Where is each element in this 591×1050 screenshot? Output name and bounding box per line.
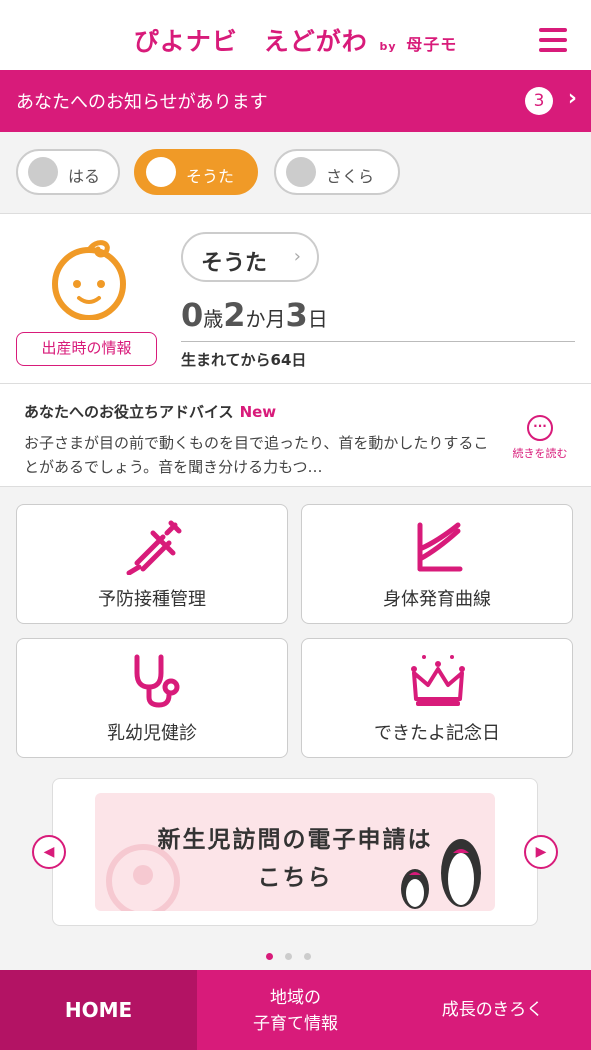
notification-bar[interactable]: あなたへのお知らせがあります 3 › (0, 70, 591, 132)
carousel-dots (266, 945, 323, 964)
child-name: そうた (201, 251, 268, 276)
baby-avatar-icon (286, 157, 316, 187)
age-days: 3 (285, 296, 308, 334)
child-tab-sakura[interactable]: さくら (274, 149, 400, 195)
age-years-unit: 歳 (203, 307, 224, 331)
milestones-button[interactable]: できたよ記念日 (301, 638, 573, 758)
banner-line-2: こちら (257, 865, 333, 891)
child-tab-label: そうた (186, 167, 235, 186)
age-days-unit: 日 (307, 307, 328, 331)
health-checkup-button[interactable]: 乳幼児健診 (16, 638, 288, 758)
new-badge: New (239, 403, 277, 421)
child-tab-label: さくら (326, 167, 375, 186)
carousel-dot[interactable] (285, 953, 292, 960)
advice-section[interactable]: あなたへのお役立ちアドバイス New お子さまが目の前で動くものを目で追ったり、首… (0, 385, 591, 487)
child-tab-souta[interactable]: そうた (134, 149, 258, 195)
app-header: ぴよナビ えどがわ by 母子モ (0, 0, 591, 70)
banner-line-1: 新生児訪問の電子申請は (157, 827, 433, 853)
days-since-birth: 生まれてから64日 (181, 351, 307, 369)
birth-info-button[interactable]: 出産時の情報 (16, 332, 157, 366)
child-tabs: はる そうた さくら (0, 132, 591, 214)
menu-label: 乳幼児健診 (107, 723, 197, 744)
crown-icon (411, 655, 465, 706)
divider (181, 341, 575, 342)
chevron-right-icon: › (293, 246, 301, 267)
newborn-visit-banner[interactable]: 新生児訪問の電子申請は こちら (95, 793, 495, 911)
read-more-button[interactable]: ··· 続きを読む (505, 415, 575, 461)
age-months-unit: か月 (245, 307, 286, 331)
advice-body: お子さまが目の前で動くものを目で追ったり、首を動かしたりすることがあるでしょう。… (24, 434, 489, 476)
carousel-prev-button[interactable]: ◀ (32, 835, 66, 869)
menu-label: できたよ記念日 (374, 723, 500, 744)
nav-local-line-1: 地域の (270, 988, 321, 1008)
child-tab-label: はる (68, 167, 101, 186)
child-tab-haru[interactable]: はる (16, 149, 120, 195)
advice-title-text: あなたへのお役立ちアドバイス (24, 403, 234, 421)
read-more-label: 続きを読む (512, 447, 568, 460)
advice-title: あなたへのお役立ちアドバイス New (24, 401, 276, 422)
banner-carousel: 新生児訪問の電子申請は こちら (52, 778, 538, 926)
sub-brand: 母子モ (406, 35, 458, 54)
hamburger-icon[interactable] (539, 28, 567, 52)
stethoscope-icon (134, 654, 180, 708)
age-years: 0 (181, 296, 204, 334)
growth-curve-button[interactable]: 身体発育曲線 (301, 504, 573, 624)
speech-bubble-icon: ··· (527, 415, 553, 441)
carousel-dot[interactable] (304, 953, 311, 960)
carousel-dot-active[interactable] (266, 953, 273, 960)
chevron-right-icon: › (567, 86, 577, 111)
child-name-button[interactable]: そうた › (181, 232, 319, 282)
child-profile: 出産時の情報 そうた › 0歳2か月3日 生まれてから64日 (0, 214, 591, 384)
menu-label: 予防接種管理 (98, 589, 206, 610)
baby-face-icon (52, 240, 126, 320)
banner-text: 新生児訪問の電子申請は こちら (95, 821, 495, 897)
nav-local-line-2: 子育て情報 (253, 1014, 338, 1034)
age-months: 2 (223, 296, 246, 334)
vaccination-button[interactable]: 予防接種管理 (16, 504, 288, 624)
notification-count-badge: 3 (525, 87, 553, 115)
notification-text: あなたへのお知らせがあります (16, 92, 268, 113)
baby-avatar-icon (28, 157, 58, 187)
app-logo: ぴよナビ えどがわ by 母子モ (0, 22, 591, 58)
nav-growth-record[interactable]: 成長のきろく (394, 970, 591, 1050)
growth-curve-icon (417, 522, 463, 572)
app-name: ぴよナビ えどがわ (133, 27, 368, 56)
syringe-icon (126, 520, 182, 575)
bottom-nav: HOME 地域の 子育て情報 成長のきろく (0, 970, 591, 1050)
nav-home[interactable]: HOME (0, 970, 197, 1050)
child-age: 0歳2か月3日 (181, 296, 328, 334)
nav-local-info[interactable]: 地域の 子育て情報 (197, 970, 394, 1050)
brand-by: by (379, 40, 397, 53)
baby-avatar-icon (146, 157, 176, 187)
carousel-next-button[interactable]: ▶ (524, 835, 558, 869)
menu-label: 身体発育曲線 (383, 589, 491, 610)
